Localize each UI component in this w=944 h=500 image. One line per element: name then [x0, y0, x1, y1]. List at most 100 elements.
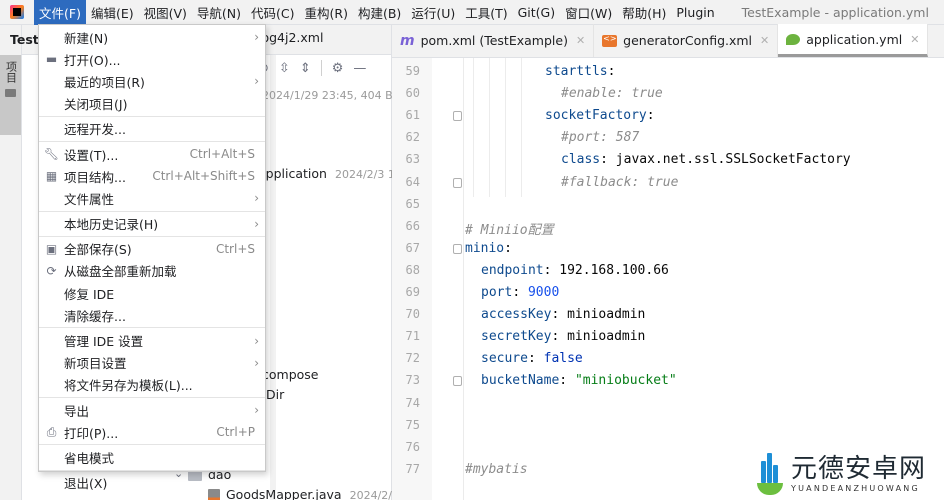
file-menu-item[interactable]: 退出(X)	[39, 472, 265, 494]
menu-item-label: 管理 IDE 设置	[64, 334, 144, 350]
file-menu-item[interactable]: 关闭项目(J)	[39, 93, 265, 115]
editor-tab-generator-config[interactable]: generatorConfig.xml ✕	[594, 24, 779, 57]
code-token: :	[512, 285, 528, 300]
project-tool-button[interactable]: 项目	[0, 55, 21, 135]
file-menu-item[interactable]: ▦ 项目结构... Ctrl+Alt+Shift+S	[39, 165, 265, 187]
line-number: 71	[405, 329, 420, 344]
code-token: #enable: true	[561, 86, 663, 102]
file-menu-item[interactable]: 省电模式	[39, 446, 265, 468]
fold-marker-icon[interactable]	[453, 376, 462, 387]
menu-7[interactable]: 运行(U)	[406, 0, 460, 25]
menu-9[interactable]: Git(G)	[513, 0, 561, 25]
chevron-right-icon: ›	[254, 355, 259, 370]
folder-icon	[5, 89, 16, 97]
hide-icon[interactable]: —	[353, 61, 366, 76]
tab-label: application.yml	[806, 31, 903, 47]
menu-separator	[39, 140, 265, 142]
project-scrollbar[interactable]	[270, 55, 276, 500]
menu-6[interactable]: 构建(B)	[353, 0, 406, 25]
file-menu-item[interactable]: 本地历史记录(H) ›	[39, 213, 265, 235]
menu-item-label: 最近的项目(R)	[64, 74, 145, 90]
file-menu-item[interactable]: 将文件另存为模板(L)...	[39, 374, 265, 396]
file-menu-item[interactable]: ⟳ 从磁盘全部重新加载	[39, 260, 265, 282]
menu-item-label: 设置(T)...	[64, 147, 119, 163]
indent-guide	[505, 58, 506, 197]
code-token: :	[527, 351, 544, 367]
menu-2[interactable]: 视图(V)	[139, 0, 192, 25]
tree-row[interactable]: compose	[262, 367, 318, 382]
editor-tab-pom[interactable]: m pom.xml (TestExample) ✕	[392, 24, 595, 57]
menu-11[interactable]: 帮助(H)	[617, 0, 671, 25]
line-number: 74	[405, 395, 420, 410]
fold-marker-icon[interactable]	[453, 243, 462, 254]
code-token: # Miniio配置	[465, 222, 554, 238]
editor-tab-application-yml[interactable]: application.yml ✕	[778, 24, 929, 57]
chevron-right-icon: ›	[254, 216, 259, 231]
file-menu-item[interactable]: ▣ 全部保存(S) Ctrl+S	[39, 238, 265, 260]
line-number: 68	[405, 262, 420, 277]
file-menu-item[interactable]: 新项目设置 ›	[39, 352, 265, 374]
chevron-right-icon: ›	[254, 191, 259, 206]
code-token: secretKey	[481, 329, 552, 345]
watermark-en: YUANDEANZHUOWANG	[791, 483, 920, 493]
file-menu-item[interactable]: 导出 ›	[39, 399, 265, 421]
file-menu-item[interactable]: 远程开发...	[39, 118, 265, 140]
menu-12[interactable]: Plugin	[671, 0, 719, 25]
indent-guide	[521, 58, 522, 197]
file-menu-item[interactable]: 🔧︎ 设置(T)... Ctrl+Alt+S	[39, 143, 265, 165]
code-token: : minioadmin	[551, 307, 646, 323]
file-menu-item[interactable]: 新建(N) ›	[39, 26, 265, 48]
tree-row[interactable]: application 2024/2/3 14:2	[258, 166, 413, 181]
file-menu-item[interactable]: 修复 IDE	[39, 282, 265, 304]
close-icon[interactable]: ✕	[576, 34, 585, 47]
menu-1[interactable]: 编辑(E)	[86, 0, 139, 25]
menu-item-label: 清除缓存...	[64, 308, 126, 324]
watermark-logo-icon	[755, 451, 785, 495]
code-token: #port: 587	[561, 130, 640, 146]
menu-8[interactable]: 工具(T)	[460, 0, 512, 25]
tab-label: pom.xml (TestExample)	[420, 33, 568, 48]
file-menu-item[interactable]: 文件属性 ›	[39, 187, 265, 209]
close-icon[interactable]: ✕	[910, 33, 919, 46]
line-number: 77	[405, 461, 420, 476]
code-line: socketFactory:	[545, 108, 655, 123]
file-menu-item[interactable]: ▬ 打开(O)...	[39, 48, 265, 70]
file-menu-item[interactable]: ⎙ 打印(P)... Ctrl+P	[39, 421, 265, 443]
line-number: 60	[405, 86, 420, 101]
code-line: #mybatis	[465, 462, 528, 477]
line-number: 65	[405, 196, 420, 211]
fold-marker-icon[interactable]	[453, 111, 462, 122]
menu-item-label: 导出	[64, 403, 90, 419]
fold-marker-icon[interactable]	[453, 177, 462, 188]
menu-3[interactable]: 导航(N)	[192, 0, 246, 25]
menu-0[interactable]: 文件(F)	[34, 0, 86, 25]
file-tab-log4j2[interactable]: log4j2.xml	[258, 30, 323, 45]
menu-item-shortcut: Ctrl+P	[216, 425, 255, 440]
editor: m pom.xml (TestExample) ✕ generatorConfi…	[392, 24, 944, 500]
expand-all-icon[interactable]: ⇳	[279, 61, 290, 76]
code-token: minio	[465, 240, 505, 256]
code-area[interactable]: starttls: #enable: true socketFactory: #por…	[465, 58, 944, 500]
gear-icon[interactable]: ⚙	[332, 61, 344, 76]
collapse-all-icon[interactable]: ⇕	[300, 61, 311, 76]
menu-4[interactable]: 代码(C)	[246, 0, 299, 25]
close-icon[interactable]: ✕	[760, 34, 769, 47]
left-tool-stripe: 项目	[0, 25, 22, 500]
menu-item-label: 本地历史记录(H)	[64, 217, 159, 233]
tree-row[interactable]: Dir	[266, 387, 284, 402]
line-number: 64	[405, 174, 420, 189]
menu-item-label: 将文件另存为模板(L)...	[64, 378, 193, 394]
tree-row-label: compose	[262, 367, 319, 382]
menu-10[interactable]: 窗口(W)	[560, 0, 617, 25]
code-line: port: 9000	[481, 285, 559, 300]
watermark-cn: 元德安卓网	[791, 453, 927, 484]
line-number: 69	[405, 285, 420, 299]
line-number: 62	[405, 130, 420, 145]
file-menu-item[interactable]: 管理 IDE 设置 ›	[39, 329, 265, 351]
file-menu-item[interactable]: 最近的项目(R) ›	[39, 70, 265, 92]
code-line: endpoint: 192.168.100.66	[481, 263, 669, 278]
file-menu-item[interactable]: 清除缓存...	[39, 304, 265, 326]
menu-separator	[39, 235, 265, 237]
editor-gutter[interactable]: 59 60 61 62 63 64 65 66 67 68 69 70 71 72 73 74 75 76 77	[392, 58, 464, 500]
menu-5[interactable]: 重构(R)	[300, 0, 353, 25]
